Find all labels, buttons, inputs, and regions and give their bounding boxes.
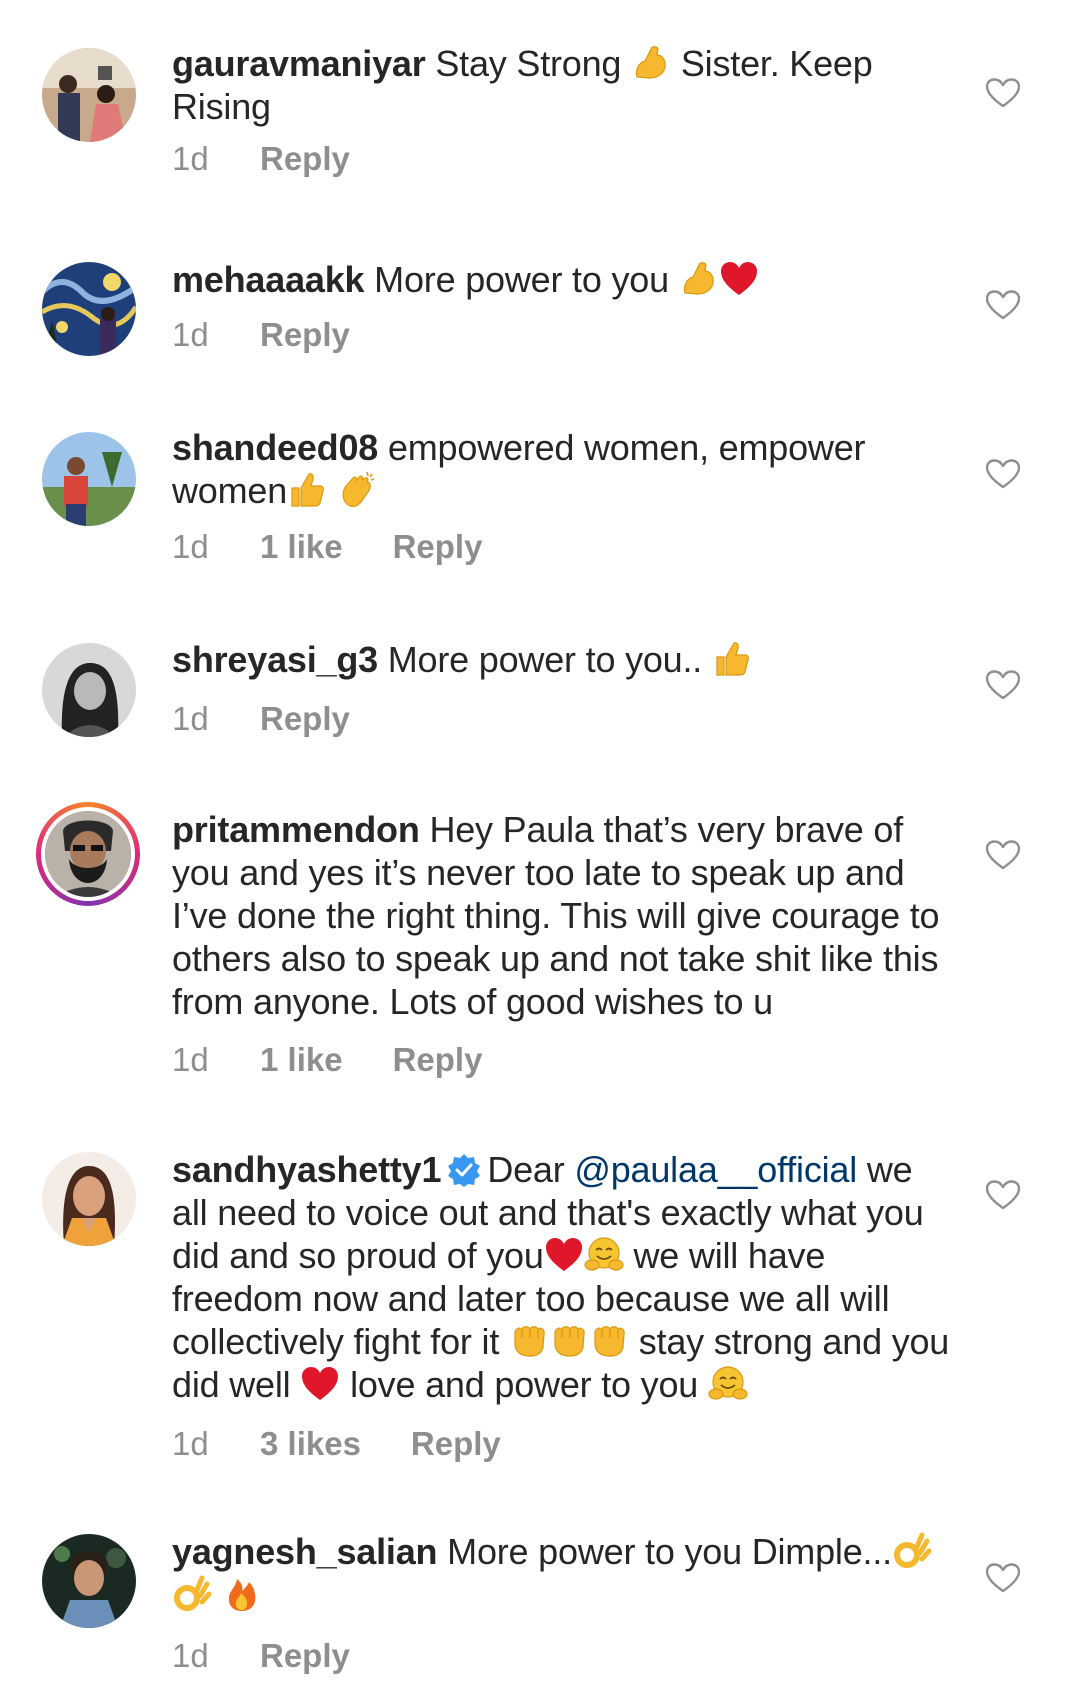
story-ring [41, 807, 135, 901]
comment-text: More power to you.. [387, 639, 712, 680]
comment-meta: 1d 3 likes Reply [172, 1425, 501, 1463]
reply-button[interactable]: Reply [393, 1041, 483, 1079]
comment-time: 1d [172, 316, 209, 353]
fire-icon [222, 1574, 262, 1614]
avatar[interactable] [42, 643, 136, 737]
thumbs-up-icon [712, 639, 752, 679]
comment-time: 1d [172, 700, 209, 737]
comment-meta: 1d Reply [172, 140, 350, 178]
hugging-face-icon [584, 1235, 624, 1275]
comment-time: 1d [172, 1637, 209, 1674]
comment-time: 1d [172, 140, 209, 177]
comment-meta: 1d 1 like Reply [172, 1041, 482, 1079]
comment-username[interactable]: yagnesh_salian [172, 1531, 438, 1572]
like-count[interactable]: 3 likes [260, 1425, 361, 1463]
comment-username[interactable]: pritammendon [172, 809, 420, 850]
verified-badge-icon [447, 1153, 481, 1187]
heart-outline-icon[interactable] [986, 290, 1020, 320]
avatar[interactable] [42, 1152, 136, 1246]
comment-body: pritammendon Hey Paula that’s very brave… [172, 808, 952, 1023]
red-heart-icon [300, 1364, 340, 1404]
avatar[interactable] [42, 48, 136, 142]
comment-text: More power to you [374, 259, 679, 300]
heart-outline-icon[interactable] [986, 840, 1020, 870]
reply-button[interactable]: Reply [393, 528, 483, 566]
heart-outline-icon[interactable] [986, 670, 1020, 700]
ok-hand-icon [172, 1574, 212, 1614]
reply-button[interactable]: Reply [260, 316, 350, 354]
oncoming-fist-icon [509, 1321, 549, 1361]
heart-outline-icon[interactable] [986, 78, 1020, 108]
like-count[interactable]: 1 like [260, 1041, 343, 1079]
red-heart-icon [544, 1235, 584, 1275]
hugging-face-icon [708, 1364, 748, 1404]
comment-body: yagnesh_salian More power to you Dimple.… [172, 1530, 952, 1616]
thumbs-up-icon [287, 470, 327, 510]
comment-time: 1d [172, 528, 209, 565]
oncoming-fist-icon [589, 1321, 629, 1361]
reply-button[interactable]: Reply [411, 1425, 501, 1463]
like-count[interactable]: 1 like [260, 528, 343, 566]
comment-time: 1d [172, 1425, 209, 1462]
comment-username[interactable]: shandeed08 [172, 427, 378, 468]
comment-username[interactable]: shreyasi_g3 [172, 639, 378, 680]
mention-link[interactable]: @paulaa__official [574, 1149, 857, 1190]
comment-body: shreyasi_g3 More power to you.. [172, 638, 952, 681]
avatar[interactable] [36, 802, 140, 906]
avatar[interactable] [42, 262, 136, 356]
comment-username[interactable]: gauravmaniyar [172, 43, 426, 84]
oncoming-fist-icon [549, 1321, 589, 1361]
comment-username[interactable]: sandhyashetty1 [172, 1149, 442, 1190]
heart-outline-icon[interactable] [986, 1563, 1020, 1593]
comment-meta: 1d Reply [172, 700, 350, 738]
reply-button[interactable]: Reply [260, 700, 350, 738]
comment-meta: 1d 1 like Reply [172, 528, 482, 566]
avatar[interactable] [42, 1534, 136, 1628]
heart-outline-icon[interactable] [986, 1180, 1020, 1210]
comment-text: Dear [487, 1149, 575, 1190]
flexed-biceps-icon [631, 43, 671, 83]
reply-button[interactable]: Reply [260, 1637, 350, 1675]
comment-body: gauravmaniyar Stay Strong Sister. Keep R… [172, 42, 952, 128]
comment-username[interactable]: mehaaaakk [172, 259, 365, 300]
comment-time: 1d [172, 1041, 209, 1078]
avatar[interactable] [42, 432, 136, 526]
heart-outline-icon[interactable] [986, 459, 1020, 489]
comment-body: shandeed08 empowered women, empower wome… [172, 426, 952, 512]
comment-body: sandhyashetty1 Dear @paulaa__official we … [172, 1148, 952, 1406]
flexed-biceps-icon [679, 259, 719, 299]
comment-meta: 1d Reply [172, 316, 350, 354]
ok-hand-icon [892, 1531, 932, 1571]
clapping-hands-icon [337, 470, 377, 510]
comment-meta: 1d Reply [172, 1637, 350, 1675]
comment-text: Stay Strong [435, 43, 632, 84]
comment-text: love and power to you [340, 1364, 708, 1405]
red-heart-icon [719, 259, 759, 299]
reply-button[interactable]: Reply [260, 140, 350, 178]
comment-text: More power to you Dimple... [447, 1531, 892, 1572]
comment-body: mehaaaakk More power to you [172, 258, 952, 301]
